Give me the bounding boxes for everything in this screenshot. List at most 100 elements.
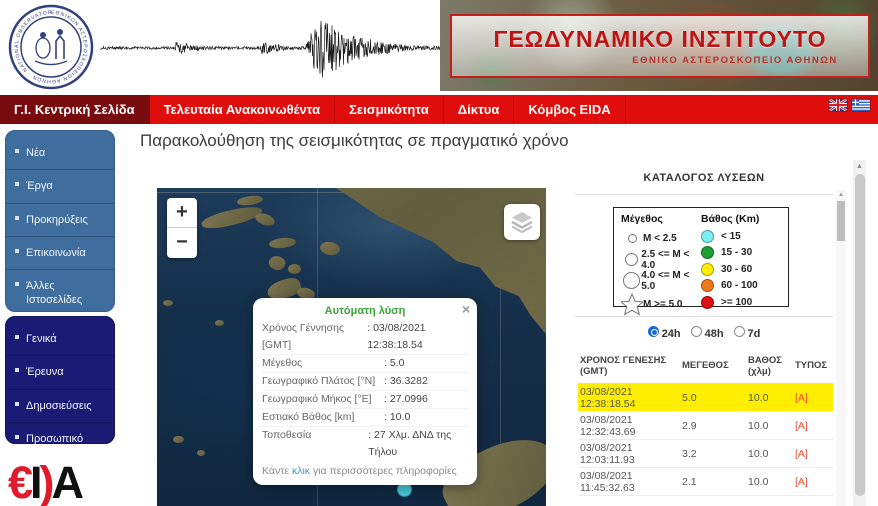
nav-item-eida-node[interactable]: Κόμβος EIDA <box>514 95 626 124</box>
bullet-icon <box>15 215 19 220</box>
popup-value: 5.0 <box>384 355 405 372</box>
magnitude-circle-large <box>622 272 640 289</box>
depth-dot-orange <box>701 279 714 293</box>
eida-logo[interactable]: €I)A <box>8 457 84 506</box>
radio-7d[interactable] <box>733 326 745 337</box>
page: ΕΘΝΙΚΟΝ ΑΣΤΕΡΟΣΚΟΠΕΙΟΝ ΑΘΗΝΩΝ · NATIONAL… <box>0 0 878 506</box>
sidebar-item-label: Έργα <box>26 180 53 193</box>
panel-title: ΚΑΤΑΛΟΓΟΣ ΛΥΣΕΩΝ <box>643 172 765 184</box>
sidebar-item-research[interactable]: Έρευνα <box>6 356 114 390</box>
magnitude-circle-medium <box>624 253 638 266</box>
eida-letter: A <box>51 457 84 506</box>
sidebar-item-general[interactable]: Γενικά <box>6 323 114 357</box>
legend-label: >= 100 <box>721 296 753 308</box>
sidebar-item-other-sites[interactable]: Άλλες Ιστοσελίδες <box>6 270 114 317</box>
map-legend: Μέγεθος M < 2.5 2.5 <= M < 4.0 4.0 <= M … <box>613 207 789 316</box>
popup-row-magnitude: Μέγεθος 5.0 <box>262 355 468 373</box>
popup-value: 36.3282 <box>384 373 428 390</box>
map-layers-button[interactable] <box>504 204 540 240</box>
legend-row: 30 - 60 <box>701 261 781 278</box>
legend-depth-column: Βάθος (Km) < 15 15 - 30 30 - 60 60 - 100… <box>701 213 781 309</box>
popup-footer: Κάντε κλικ για περισσότερες πληροφορίες <box>262 462 468 480</box>
seismicity-map[interactable]: + − × Αυτόματη λύση Χρόνος Γέννησης [GMT… <box>157 188 546 506</box>
time-filter-group: 24h 48h 7d <box>575 326 833 340</box>
magnitude-star-icon <box>621 292 643 316</box>
scroll-up-icon[interactable]: ▲ <box>836 190 846 200</box>
cell-type: [A] <box>795 391 808 404</box>
popup-value: 27.0996 <box>384 391 428 408</box>
sidebar-item-projects[interactable]: Έργα <box>6 170 114 204</box>
map-island <box>197 450 205 456</box>
depth-dot-yellow <box>701 262 714 276</box>
nav-item-seismicity[interactable]: Σεισμικότητα <box>335 95 444 124</box>
sidebar-item-publications[interactable]: Δημοσιεύσεις <box>6 390 114 423</box>
cell-magnitude: 3.2 <box>682 447 697 460</box>
popup-title: Αυτόματη λύση <box>324 305 406 317</box>
popup-row-longitude: Γεωγραφικό Μήκος [°E] 27.0996 <box>262 391 468 409</box>
sidebar-item-contact[interactable]: Επικοινωνία <box>6 237 114 271</box>
popup-row-origin-time: Χρόνος Γέννησης [GMT] 03/08/2021 12:38:18… <box>262 320 468 355</box>
table-scrollbar-thumb[interactable] <box>837 201 845 241</box>
legend-row: 15 - 30 <box>701 245 781 262</box>
legend-magnitude-column: Μέγεθος M < 2.5 2.5 <= M < 4.0 4.0 <= M … <box>621 213 701 316</box>
popup-row-location: Τοποθεσία 27 Χλμ. ΔΝΔ της Τήλου <box>262 427 468 461</box>
legend-row: M < 2.5 <box>621 228 701 249</box>
legend-row: >= 100 <box>701 294 781 311</box>
cell-magnitude: 2.9 <box>682 419 697 432</box>
divider <box>575 316 833 317</box>
radio-24h[interactable] <box>647 326 659 337</box>
uk-flag-icon[interactable] <box>829 99 847 111</box>
greece-flag-icon[interactable] <box>852 99 870 111</box>
sidebar-item-label: Επικοινωνία <box>26 246 86 259</box>
sidebar-item-label: Άλλες Ιστοσελίδες <box>26 280 83 307</box>
filter-48h[interactable]: 48h <box>690 326 724 340</box>
banner-title-box: ΓΕΩΔΥΝΑΜΙΚΟ ΙΝΣΤΙΤΟΥΤΟ ΕΘΝΙΚΟ ΑΣΤΕΡΟΣΚΟΠ… <box>450 14 870 78</box>
radio-48h[interactable] <box>690 326 702 337</box>
map-island <box>253 211 277 228</box>
popup-row-latitude: Γεωγραφικό Πλάτος [°N] 36.3282 <box>262 373 468 391</box>
popup-value: 10.0 <box>384 409 410 426</box>
cell-time: 03/08/2021 12:38:18.54 <box>580 385 636 410</box>
sidebar-item-calls[interactable]: Προκηρύξεις <box>6 204 114 237</box>
table-scrollbar[interactable]: ▲ <box>836 190 846 506</box>
bullet-icon <box>15 401 19 406</box>
filter-label: 48h <box>704 328 724 340</box>
scroll-up-icon[interactable]: ▲ <box>853 160 866 173</box>
depth-dot-red <box>701 295 714 309</box>
nav-item-announcements[interactable]: Τελευταία Ανακοινωθέντα <box>150 95 336 124</box>
map-island <box>215 320 224 326</box>
table-row[interactable]: 03/08/2021 12:03:11.93 3.2 10.0 [A] <box>578 440 833 468</box>
cell-type: [A] <box>795 419 808 432</box>
nav-item-home[interactable]: Γ.Ι. Κεντρική Σελίδα <box>0 95 150 124</box>
event-popup: × Αυτόματη λύση Χρόνος Γέννησης [GMT] 03/… <box>253 298 477 485</box>
zoom-out-button[interactable]: − <box>167 228 197 258</box>
popup-close-icon[interactable]: × <box>462 301 470 317</box>
language-switcher <box>829 99 870 111</box>
filter-7d[interactable]: 7d <box>733 326 760 340</box>
map-island <box>266 252 288 274</box>
table-row[interactable]: 03/08/2021 12:32:43.69 2.9 10.0 [A] <box>578 412 833 440</box>
cell-depth: 10.0 <box>748 391 769 404</box>
zoom-in-button[interactable]: + <box>167 198 197 228</box>
nav-item-networks[interactable]: Δίκτυα <box>444 95 515 124</box>
map-island <box>319 240 341 257</box>
sidebar-item-label: Δημοσιεύσεις <box>26 399 92 412</box>
table-header-row: ΧΡΟΝΟΣ ΓΕΝΕΣΗΣ (GMT) ΜΕΓΕΘΟΣ ΒΑΘΟΣ (χλμ)… <box>578 350 833 384</box>
legend-row: 4.0 <= M < 5.0 <box>621 269 701 292</box>
map-island <box>236 194 264 207</box>
legend-label: 4.0 <= M < 5.0 <box>641 269 690 292</box>
legend-row: M >= 5.0 <box>621 291 701 317</box>
magnitude-circle-small <box>627 234 637 243</box>
more-info-link[interactable]: κλικ <box>292 465 310 477</box>
sidebar-group-institute: Γενικά Έρευνα Δημοσιεύσεις Προσωπικό <box>5 316 115 445</box>
panel-scrollbar-thumb[interactable] <box>854 174 865 496</box>
cell-time: 03/08/2021 12:32:43.69 <box>580 413 636 438</box>
sidebar-item-news[interactable]: Νέα <box>6 137 114 171</box>
header-type: ΤΥΠΟΣ <box>795 360 828 372</box>
table-row[interactable]: 03/08/2021 11:45:32.63 2.1 10.0 [A] <box>578 468 833 496</box>
sidebar-item-personnel[interactable]: Προσωπικό <box>6 423 114 455</box>
table-row[interactable]: 03/08/2021 12:38:18.54 5.0 10.0 [A] <box>578 384 833 412</box>
filter-24h[interactable]: 24h <box>647 326 681 340</box>
cell-time: 03/08/2021 12:03:11.93 <box>580 441 635 466</box>
panel-scrollbar[interactable]: ▲ <box>853 160 866 506</box>
